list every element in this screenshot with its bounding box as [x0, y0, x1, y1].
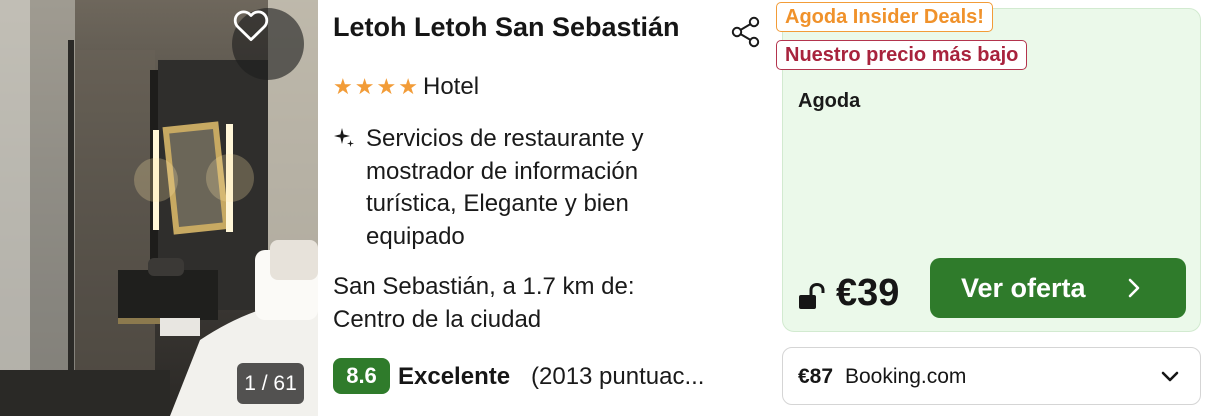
deal-price: €39	[836, 272, 900, 314]
hotel-features: Servicios de restaurante y mostrador de …	[366, 125, 644, 250]
chevron-right-icon	[1128, 278, 1140, 298]
hotel-photo[interactable]: 1 / 61	[0, 0, 318, 416]
rating-score-badge[interactable]: 8.6	[333, 358, 390, 394]
photo-counter: 1 / 61	[237, 363, 304, 404]
sparkle-icon	[334, 128, 354, 147]
star-icon: ★	[398, 74, 418, 99]
accommodation-type: Hotel	[423, 73, 480, 100]
chevron-down-icon[interactable]	[1160, 367, 1180, 387]
view-offer-button[interactable]: Ver oferta	[930, 258, 1186, 318]
insider-deals-badge: Agoda Insider Deals!	[776, 2, 993, 32]
rating-count[interactable]: (2013 puntuac...	[531, 363, 704, 391]
rating-label: Excelente	[398, 363, 511, 390]
hotel-location: San Sebastián, a 1.7 km de: Centro de la…	[333, 273, 635, 333]
star-icon: ★	[354, 74, 375, 99]
star-icon: ★	[376, 74, 397, 99]
share-icon	[731, 16, 760, 48]
heart-icon	[233, 10, 269, 42]
favorite-button[interactable]	[232, 8, 304, 80]
unlocked-padlock-icon	[799, 283, 825, 309]
alternative-offer-price: €87	[798, 365, 834, 388]
star-rating: ★ ★ ★ ★	[333, 74, 418, 100]
lowest-price-badge: Nuestro precio más bajo	[776, 40, 1028, 70]
deal-provider: Agoda	[798, 90, 861, 112]
alternative-offer-provider: Booking.com	[845, 365, 967, 388]
star-icon: ★	[333, 74, 353, 99]
view-offer-label: Ver oferta	[961, 272, 1086, 303]
hotel-name[interactable]: Letoh Letoh San Sebastián	[333, 12, 680, 43]
share-button[interactable]	[727, 14, 763, 50]
